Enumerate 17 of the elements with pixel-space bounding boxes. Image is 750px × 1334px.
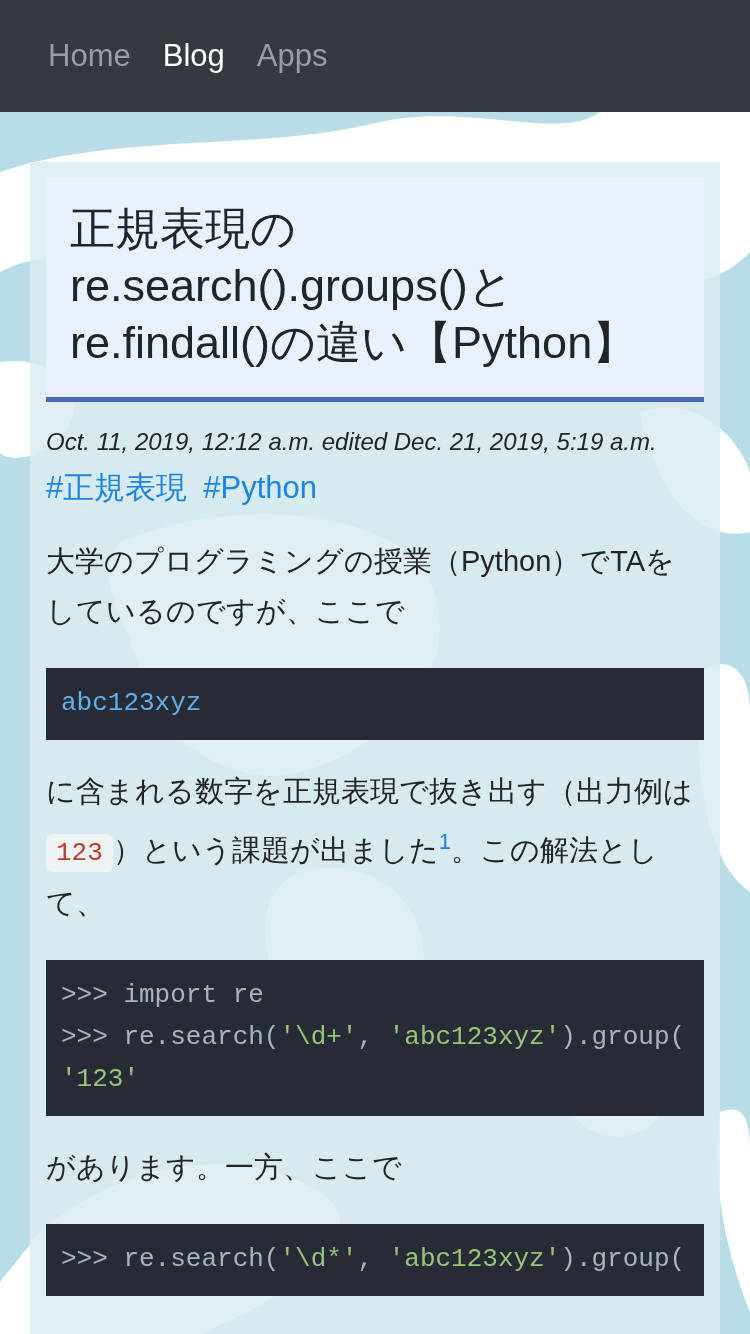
code-line: >>> import re: [61, 978, 265, 1012]
footnote-link[interactable]: 1: [438, 829, 452, 854]
code-line: >>> re.search('\d*', 'abc123xyz').group(: [61, 1242, 687, 1276]
tag-link[interactable]: #Python: [203, 466, 317, 510]
nav-link[interactable]: Blog: [162, 38, 225, 74]
post-date: Oct. 11, 2019, 12:12 a.m. edited Dec. 21, 2019, 5:19 a.m.: [46, 427, 658, 457]
code-line: >>> re.search('\d+', 'abc123xyz').group(: [61, 1020, 687, 1054]
paragraph: 大学のプログラミングの授業（Python）でTAをしているのですが、ここで: [46, 544, 677, 629]
paragraph: に含まれる数字を正規表現で抜き出す（出力例は 123 ）という課題が出ました$^{1}$。この解法として、: [46, 774, 694, 921]
nav-link[interactable]: Home: [48, 38, 131, 74]
paragraph: があります。一方、ここで: [46, 1149, 403, 1185]
code-line: '123': [61, 1062, 140, 1096]
tag-link[interactable]: #正規表現: [46, 466, 188, 510]
nav-link[interactable]: Apps: [256, 38, 328, 74]
inline-code: 123: [46, 833, 113, 872]
article-title: 正規表現のre.search().groups()とre.findall()の違い【Python】: [46, 178, 704, 402]
code-line: abc123xyz: [61, 687, 203, 720]
